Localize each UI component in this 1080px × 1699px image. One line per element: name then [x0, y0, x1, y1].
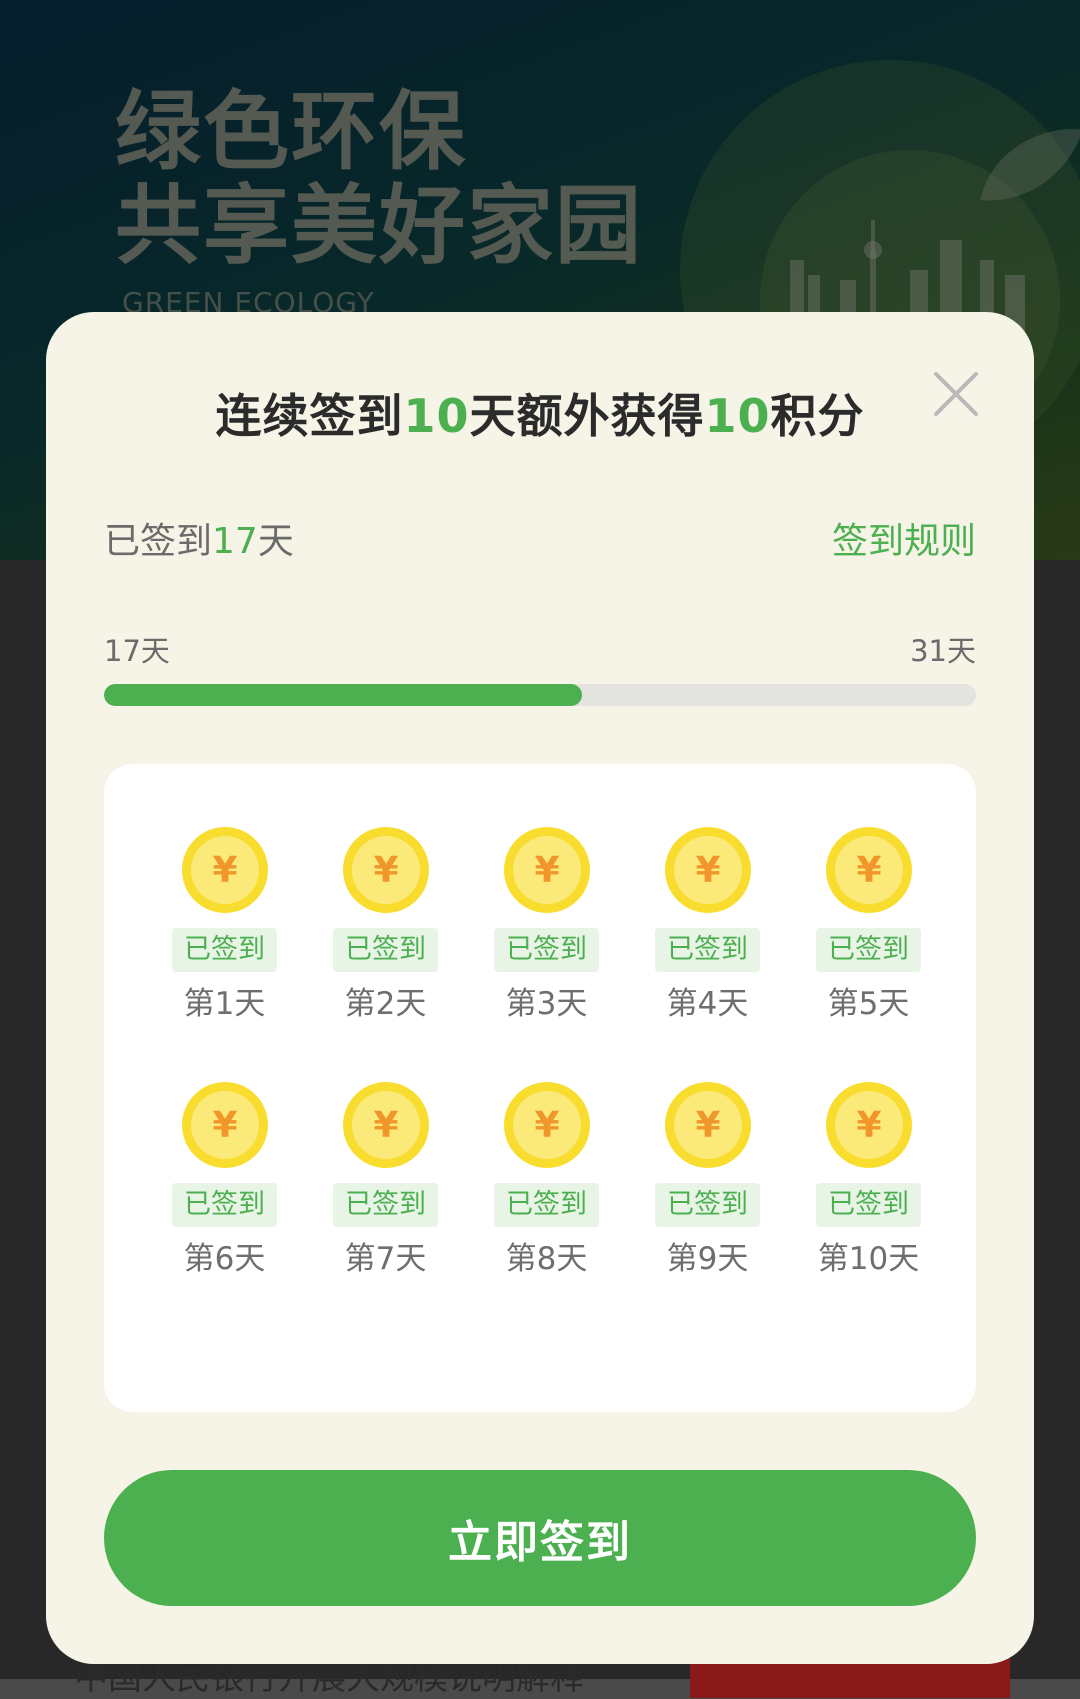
- yuan-coin-icon: ¥: [825, 827, 912, 913]
- svg-text:¥: ¥: [534, 850, 559, 891]
- svg-text:¥: ¥: [695, 850, 720, 891]
- progress-start-label: 17天: [104, 634, 170, 668]
- day-status-badge: 已签到: [816, 928, 921, 972]
- yuan-coin-icon: ¥: [342, 1082, 429, 1168]
- day-label: 第9天: [666, 1241, 749, 1277]
- day-item: ¥ 已签到第6天: [144, 1081, 305, 1278]
- day-label: 第8天: [505, 1241, 588, 1277]
- day-item: ¥ 已签到第5天: [788, 826, 949, 1023]
- progress-end-label: 31天: [910, 634, 976, 668]
- signed-days-summary: 已签到17天: [104, 521, 294, 562]
- day-status-badge: 已签到: [333, 928, 438, 972]
- signin-now-button[interactable]: 立即签到: [104, 1470, 976, 1606]
- yuan-coin-icon: ¥: [664, 1082, 751, 1168]
- day-item: ¥ 已签到第7天: [305, 1081, 466, 1278]
- progress-bar: [104, 684, 976, 706]
- day-item: ¥ 已签到第1天: [144, 826, 305, 1023]
- yuan-coin-icon: ¥: [181, 1082, 268, 1168]
- day-label: 第1天: [183, 986, 266, 1022]
- day-label: 第3天: [505, 986, 588, 1022]
- svg-text:¥: ¥: [534, 1105, 559, 1146]
- svg-text:¥: ¥: [212, 1105, 237, 1146]
- day-label: 第6天: [183, 1241, 266, 1277]
- svg-text:¥: ¥: [856, 850, 881, 891]
- svg-text:¥: ¥: [856, 1105, 881, 1146]
- day-label: 第4天: [666, 986, 749, 1022]
- svg-text:¥: ¥: [695, 1105, 720, 1146]
- yuan-coin-icon: ¥: [503, 827, 590, 913]
- yuan-coin-icon: ¥: [342, 827, 429, 913]
- day-status-badge: 已签到: [333, 1183, 438, 1227]
- signin-modal: 连续签到10天额外获得10积分 已签到17天 签到规则 17天 31天 ¥ 已签到…: [46, 312, 1034, 1664]
- svg-text:¥: ¥: [373, 850, 398, 891]
- day-status-badge: 已签到: [494, 928, 599, 972]
- day-status-badge: 已签到: [172, 1183, 277, 1227]
- modal-title: 连续签到10天额外获得10积分: [215, 389, 865, 443]
- day-item: ¥ 已签到第10天: [788, 1081, 949, 1278]
- day-label: 第5天: [827, 986, 910, 1022]
- day-status-badge: 已签到: [172, 928, 277, 972]
- day-label: 第10天: [817, 1241, 920, 1277]
- day-status-badge: 已签到: [494, 1183, 599, 1227]
- signin-rules-link[interactable]: 签到规则: [832, 512, 976, 564]
- yuan-coin-icon: ¥: [181, 827, 268, 913]
- daily-rewards-panel: ¥ 已签到 第1天 ¥ 已签到 第2天 ¥ 已签到 第3天 ¥ 已签到 第4天 ¥ 已签到 第5天 ¥ 已签到第…: [104, 764, 976, 1412]
- svg-text:¥: ¥: [212, 850, 237, 891]
- yuan-coin-icon: ¥: [664, 827, 751, 913]
- yuan-coin-icon: ¥: [825, 1082, 912, 1168]
- day-status-badge: 已签到: [655, 928, 760, 972]
- days-grid: ¥ 已签到 第1天 ¥ 已签到 第2天 ¥ 已签到 第3天 ¥ 已签到 第4天 ¥ 已签到 第5天 ¥ 已签到第…: [144, 826, 950, 1278]
- day-item: ¥ 已签到第8天: [466, 1081, 627, 1278]
- day-status-badge: 已签到: [655, 1183, 760, 1227]
- day-item: ¥ 已签到第2天: [305, 826, 466, 1023]
- progress-fill: [104, 684, 583, 706]
- day-label: 第2天: [344, 986, 427, 1022]
- day-label: 第7天: [344, 1241, 427, 1277]
- day-status-badge: 已签到: [816, 1183, 921, 1227]
- day-item: ¥ 已签到第4天: [627, 826, 788, 1023]
- background-thumbnail: [690, 1658, 1010, 1698]
- svg-text:¥: ¥: [373, 1105, 398, 1146]
- yuan-coin-icon: ¥: [503, 1082, 590, 1168]
- day-item: ¥ 已签到第9天: [627, 1081, 788, 1278]
- day-item: ¥ 已签到第3天: [466, 826, 627, 1023]
